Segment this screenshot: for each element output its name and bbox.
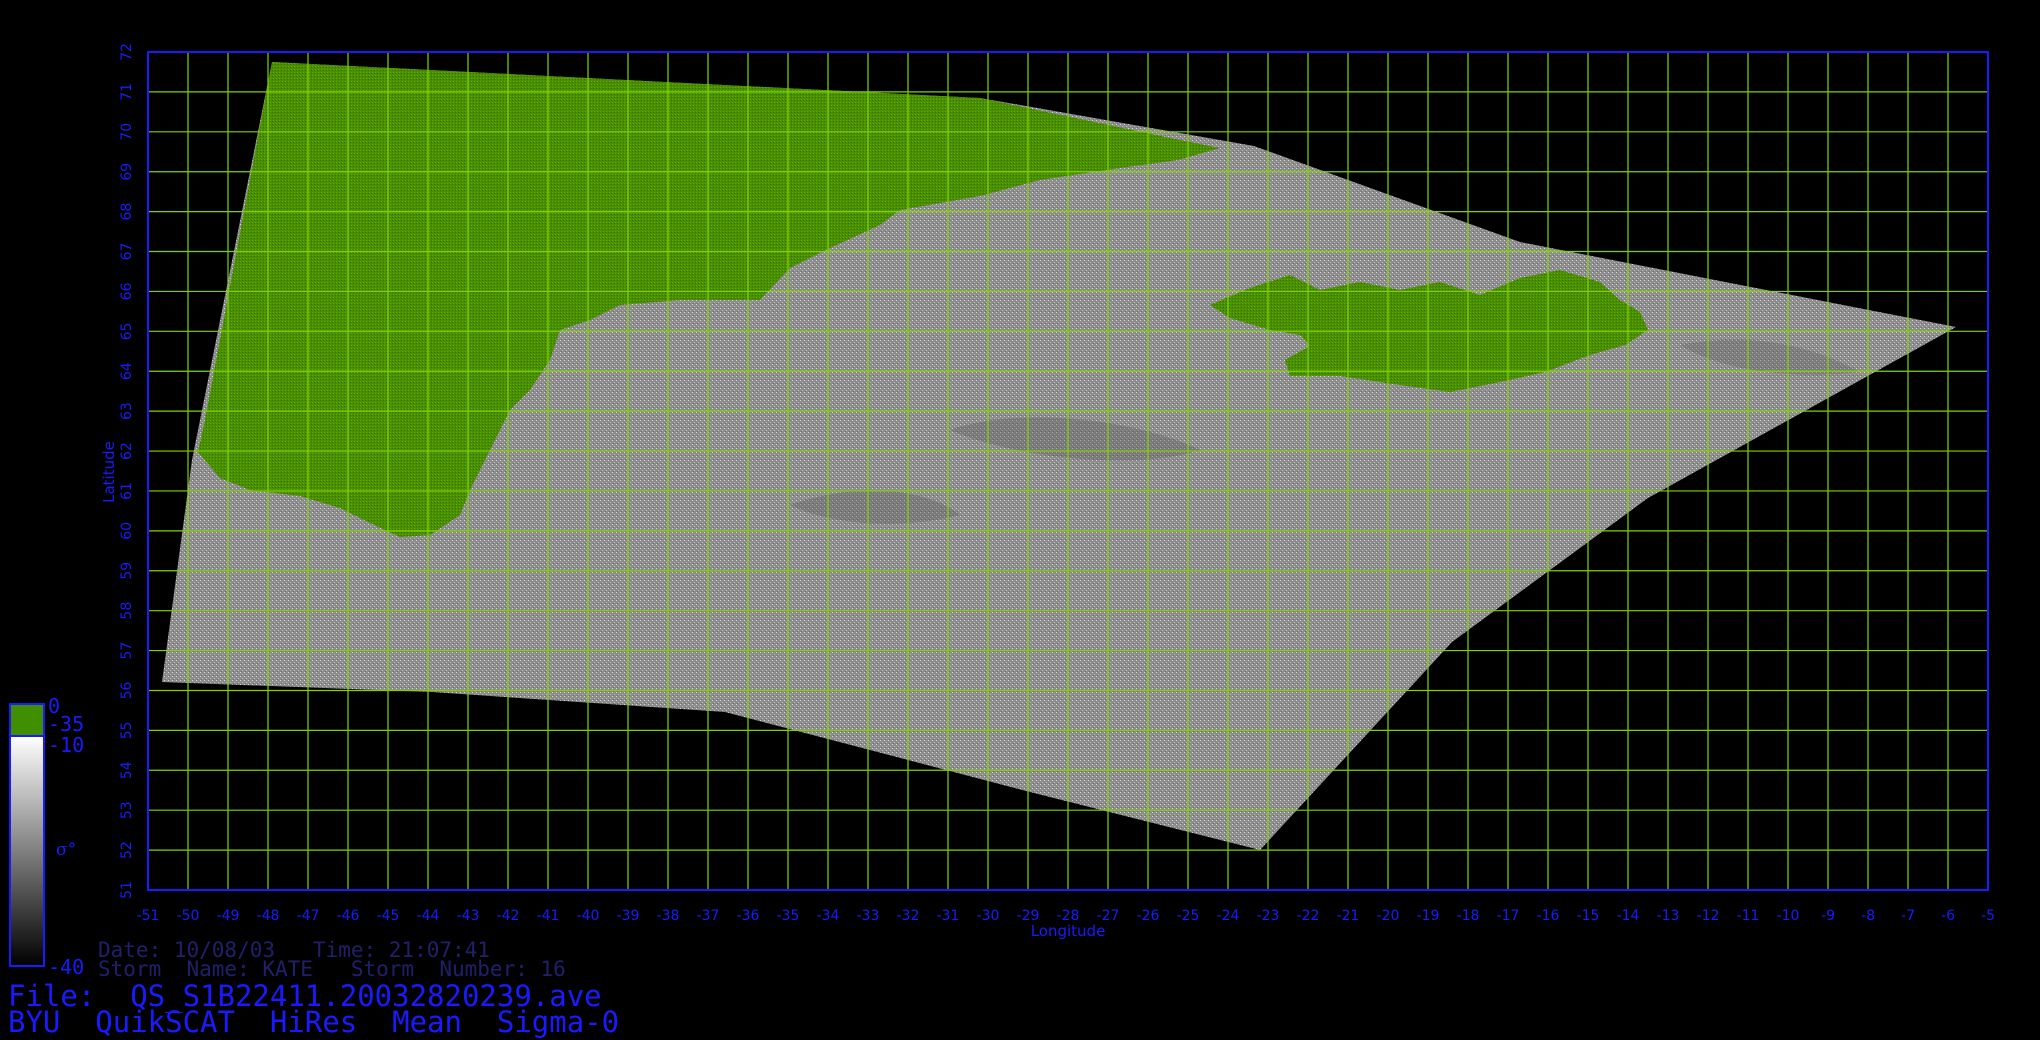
colorbar-land-bottom-label: -35 xyxy=(48,712,85,736)
lon-tick-label: -11 xyxy=(1737,908,1760,924)
lat-tick-label: 55 xyxy=(119,721,135,739)
lat-tick-label: 56 xyxy=(119,681,135,699)
lon-tick-label: -13 xyxy=(1657,908,1680,924)
lon-tick-label: -40 xyxy=(577,908,600,924)
lon-tick-label: -36 xyxy=(737,908,760,924)
lat-tick-label: 66 xyxy=(119,282,135,300)
lon-tick-label: -34 xyxy=(817,908,840,924)
lat-tick-label: 72 xyxy=(119,43,135,61)
lat-tick-label: 68 xyxy=(119,203,135,221)
lon-tick-label: -14 xyxy=(1617,908,1640,924)
lon-tick-label: -20 xyxy=(1377,908,1400,924)
lon-tick-label: -38 xyxy=(657,908,680,924)
colorbar-land-swatch xyxy=(9,703,45,737)
lon-tick-label: -41 xyxy=(537,908,560,924)
lat-tick-label: 63 xyxy=(119,402,135,420)
lat-tick-label: 51 xyxy=(119,881,135,899)
lon-tick-label: -7 xyxy=(1901,908,1915,924)
product-title-line: BYU QuikSCAT HiRes Mean Sigma-0 xyxy=(8,1005,620,1039)
x-axis-title: Longitude xyxy=(1031,922,1106,940)
colorbar-ocean-top-label: -10 xyxy=(48,733,85,757)
lon-tick-label: -49 xyxy=(217,908,240,924)
lon-tick-label: -16 xyxy=(1537,908,1560,924)
lon-tick-label: -30 xyxy=(977,908,1000,924)
lon-tick-label: -8 xyxy=(1861,908,1875,924)
lat-tick-label: 54 xyxy=(119,761,135,779)
lon-tick-label: -6 xyxy=(1941,908,1955,924)
lon-tick-label: -10 xyxy=(1777,908,1800,924)
lon-tick-label: -9 xyxy=(1821,908,1835,924)
lon-tick-label: -45 xyxy=(377,908,400,924)
lat-tick-label: 61 xyxy=(119,482,135,500)
lon-tick-label: -47 xyxy=(297,908,320,924)
lon-tick-label: -12 xyxy=(1697,908,1720,924)
lon-tick-label: -18 xyxy=(1457,908,1480,924)
lon-tick-label: -32 xyxy=(897,908,920,924)
lon-tick-label: -24 xyxy=(1217,908,1240,924)
lon-tick-label: -46 xyxy=(337,908,360,924)
lat-tick-label: 70 xyxy=(119,123,135,141)
lat-tick-label: 65 xyxy=(119,322,135,340)
lon-tick-label: -33 xyxy=(857,908,880,924)
lon-tick-label: -15 xyxy=(1577,908,1600,924)
lon-tick-label: -23 xyxy=(1257,908,1280,924)
colorbar-ocean-bottom-label: -40 xyxy=(48,955,85,979)
lat-tick-label: 57 xyxy=(119,642,135,660)
lon-tick-label: -21 xyxy=(1337,908,1360,924)
lon-tick-label: -26 xyxy=(1137,908,1160,924)
lon-tick-label: -43 xyxy=(457,908,480,924)
lon-tick-label: -19 xyxy=(1417,908,1440,924)
y-axis-title: Latitude xyxy=(100,441,118,503)
lon-tick-label: -51 xyxy=(137,908,160,924)
lon-tick-label: -48 xyxy=(257,908,280,924)
lat-tick-label: 62 xyxy=(119,442,135,460)
lat-tick-label: 58 xyxy=(119,602,135,620)
lon-tick-label: -50 xyxy=(177,908,200,924)
lon-tick-label: -35 xyxy=(777,908,800,924)
colorbar-ocean-scale xyxy=(9,735,45,967)
storm-line: Storm Name: KATE Storm Number: 16 xyxy=(98,957,566,981)
latitude-tick-labels: 51 52 53 54 55 56 57 58 59 60 61 62 63 64 65 66 67 68 69 70… xyxy=(119,43,135,899)
lon-tick-label: -37 xyxy=(697,908,720,924)
lon-tick-label: -25 xyxy=(1177,908,1200,924)
sigma0-map: -51 -50 -49 -48 -47 -46 -45 -44 -43 -42 -41 -40 -39 -… xyxy=(9,43,1995,967)
lon-tick-label: -42 xyxy=(497,908,520,924)
colorbar-sigma-symbol: σ° xyxy=(56,840,77,860)
lat-tick-label: 53 xyxy=(119,801,135,819)
lon-tick-label: -44 xyxy=(417,908,440,924)
lat-tick-label: 69 xyxy=(119,163,135,181)
lon-tick-label: -31 xyxy=(937,908,960,924)
lat-tick-label: 52 xyxy=(119,841,135,859)
lat-tick-label: 67 xyxy=(119,243,135,261)
lon-tick-label: -17 xyxy=(1497,908,1520,924)
lon-tick-label: -22 xyxy=(1297,908,1320,924)
lat-tick-label: 60 xyxy=(119,522,135,540)
lat-tick-label: 59 xyxy=(119,562,135,580)
lat-tick-label: 71 xyxy=(119,83,135,101)
lon-tick-label: -5 xyxy=(1981,908,1995,924)
lon-tick-label: -39 xyxy=(617,908,640,924)
lat-tick-label: 64 xyxy=(119,362,135,380)
